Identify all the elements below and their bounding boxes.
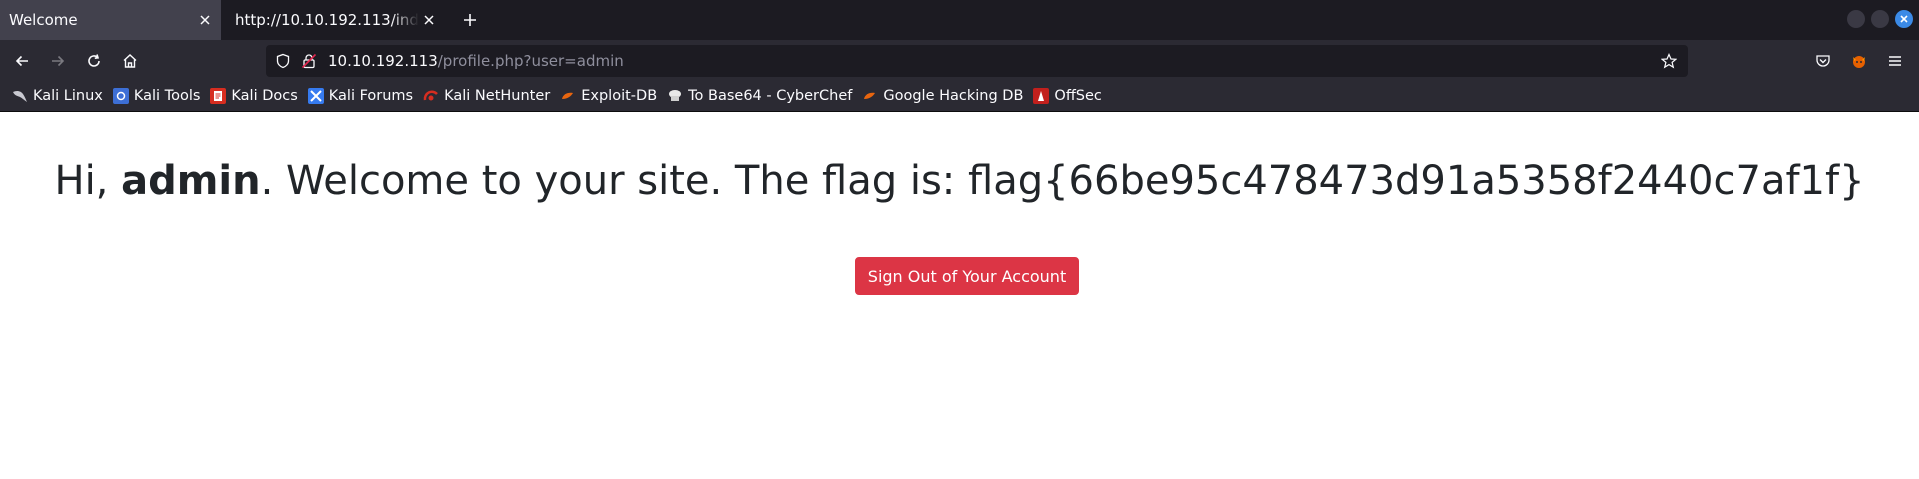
bookmark-label: Kali Linux [33, 88, 103, 104]
bookmark-label: OffSec [1054, 88, 1102, 104]
page-content: Hi, admin. Welcome to your site. The fla… [0, 112, 1919, 479]
cyberchef-icon [667, 88, 683, 104]
bookmark-kali-forums[interactable]: Kali Forums [306, 83, 419, 109]
url-bar[interactable]: 10.10.192.113/profile.php?user=admin [266, 45, 1688, 77]
kali-tools-icon [112, 88, 129, 104]
reload-button[interactable] [81, 48, 107, 74]
maximize-button[interactable] [1871, 10, 1889, 28]
tab-index[interactable]: http://10.10.192.113/index.php [223, 0, 445, 40]
forward-button[interactable] [45, 48, 71, 74]
minimize-button[interactable] [1847, 10, 1865, 28]
window-close-button[interactable] [1895, 10, 1913, 28]
ghdb-icon [862, 88, 878, 104]
close-icon[interactable] [196, 11, 214, 29]
back-button[interactable] [9, 48, 35, 74]
bookmark-label: Google Hacking DB [883, 88, 1024, 104]
url-text[interactable]: 10.10.192.113/profile.php?user=admin [328, 52, 624, 70]
bookmarks-toolbar: Kali Linux Kali Tools Kali Docs Kali For… [0, 81, 1919, 112]
bookmark-label: Exploit-DB [581, 88, 658, 104]
home-button[interactable] [117, 48, 143, 74]
kali-forums-icon [307, 88, 324, 104]
pocket-icon [1816, 55, 1830, 67]
bookmark-label: Kali NetHunter [444, 88, 551, 104]
bookmark-label: Kali Forums [328, 88, 414, 104]
exploit-db-icon [560, 88, 576, 104]
sign-out-button[interactable]: Sign Out of Your Account [855, 257, 1079, 295]
kali-docs-icon [210, 88, 227, 104]
bookmark-offsec[interactable]: OffSec [1031, 83, 1108, 109]
close-icon[interactable] [420, 11, 438, 29]
bookmark-google-hacking-db[interactable]: Google Hacking DB [860, 83, 1029, 109]
reload-icon [88, 54, 100, 67]
bookmark-label: To Base64 - CyberChef [688, 88, 853, 104]
bookmark-label: Kali Tools [133, 88, 201, 104]
shield-icon[interactable] [274, 52, 292, 70]
greeting-prefix: Hi, [54, 158, 122, 204]
username: admin [121, 158, 261, 204]
plus-icon [464, 14, 476, 26]
fox-icon [1853, 56, 1865, 68]
arrow-right-icon [52, 55, 65, 67]
url-host: 10.10.192.113 [328, 52, 438, 70]
bookmark-kali-tools[interactable]: Kali Tools [111, 83, 207, 109]
arrow-left-icon [15, 55, 28, 67]
insecure-lock-icon[interactable] [300, 52, 318, 70]
hamburger-menu-icon [1889, 56, 1901, 66]
bookmark-label: Kali Docs [231, 88, 298, 104]
url-path: /profile.php?user=admin [437, 52, 624, 70]
new-tab-button[interactable] [458, 8, 482, 32]
welcome-heading: Hi, admin. Welcome to your site. The fla… [0, 158, 1919, 204]
bookmark-star-icon[interactable] [1660, 52, 1678, 70]
bookmark-kali-docs[interactable]: Kali Docs [208, 83, 303, 109]
bookmark-kali-nethunter[interactable]: Kali NetHunter [421, 83, 556, 109]
bookmark-kali-linux[interactable]: Kali Linux [10, 83, 109, 109]
menu-button[interactable] [1882, 48, 1908, 74]
home-icon [123, 54, 137, 68]
greeting-flag-text: . Welcome to your site. The flag is: fla… [260, 158, 1865, 204]
pocket-button[interactable] [1810, 48, 1836, 74]
extensions-button[interactable] [1846, 48, 1872, 74]
tab-title: Welcome [9, 11, 78, 29]
tab-welcome[interactable]: Welcome [0, 0, 221, 40]
navigation-toolbar: 10.10.192.113/profile.php?user=admin [0, 40, 1919, 81]
kali-dragon-icon [12, 88, 28, 104]
kali-nethunter-icon [423, 88, 439, 104]
close-icon [1900, 15, 1908, 23]
tab-title: http://10.10.192.113/index.php [235, 11, 419, 29]
tab-strip: Welcome http://10.10.192.113/index.php [0, 0, 1919, 40]
bookmark-exploit-db[interactable]: Exploit-DB [558, 83, 663, 109]
bookmark-cyberchef[interactable]: To Base64 - CyberChef [665, 83, 858, 109]
offsec-icon [1033, 88, 1050, 104]
